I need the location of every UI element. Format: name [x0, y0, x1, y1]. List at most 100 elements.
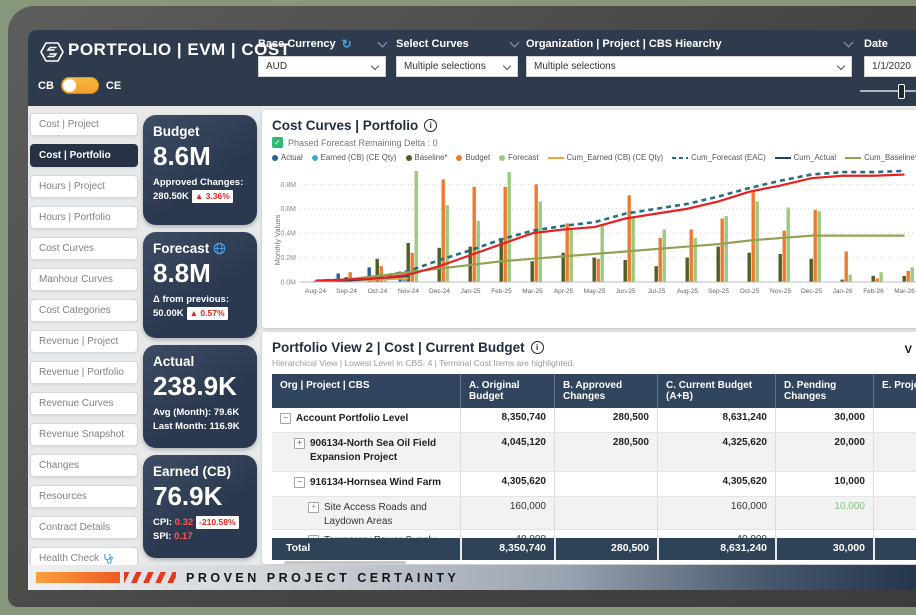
kpi-card-earned[interactable]: Earned (CB) 76.9K CPI: 0.32-210.58% SPI:… — [143, 455, 257, 558]
checkbox-checked-icon[interactable]: ✓ — [272, 137, 283, 148]
sidebar-item-changes[interactable]: Changes — [30, 454, 138, 477]
org-project-cbs-dropdown[interactable]: Multiple selections — [526, 56, 852, 77]
table-row[interactable]: +Site Access Roads and Laydown Areas160,… — [272, 497, 916, 530]
expand-collapse-icon[interactable]: − — [294, 477, 305, 488]
bar-Forecast[interactable] — [508, 172, 511, 282]
bar-Forecast[interactable] — [756, 201, 759, 282]
bar-Baseline*[interactable] — [779, 254, 782, 282]
chevron-down-icon[interactable] — [378, 38, 388, 48]
expand-collapse-icon[interactable]: + — [294, 438, 305, 449]
sidebar-item-revenue-snapshot[interactable]: Revenue Snapshot — [30, 423, 138, 446]
column-header[interactable]: A. Original Budget — [460, 374, 554, 408]
bar-Forecast[interactable] — [663, 229, 666, 282]
filter-label: Organization | Project | CBS Hiearchy — [526, 38, 722, 50]
sidebar-item-revenue-curves[interactable]: Revenue Curves — [30, 392, 138, 415]
date-input[interactable]: 1/1/2020 — [864, 56, 916, 77]
bar-Forecast[interactable] — [725, 216, 728, 282]
bar-Budget[interactable] — [566, 223, 569, 282]
bar-Baseline*[interactable] — [686, 258, 689, 282]
table-horizontal-scrollbar[interactable] — [284, 561, 406, 564]
chevron-down-icon[interactable] — [844, 38, 854, 48]
bar-Baseline*[interactable] — [624, 260, 627, 282]
bar-Forecast[interactable] — [787, 208, 790, 282]
sidebar-item-contract-details[interactable]: Contract Details — [30, 516, 138, 539]
bar-Forecast[interactable] — [446, 205, 449, 282]
bar-Budget[interactable] — [690, 229, 693, 282]
refresh-icon[interactable]: ↻ — [342, 39, 352, 49]
cb-ce-toggle[interactable] — [61, 77, 99, 94]
bar-Baseline*[interactable] — [872, 276, 875, 282]
legend-item[interactable]: Cum_Actual — [775, 153, 836, 162]
sidebar-item-manhour-curves[interactable]: Manhour Curves — [30, 268, 138, 291]
cost-curves-chart[interactable]: 0.0M0.2M0.4M0.6M0.8MMonthly ValuesAug-24… — [272, 162, 916, 307]
bar-Forecast[interactable] — [911, 267, 914, 282]
bar-Baseline*[interactable] — [717, 247, 720, 282]
bar-Budget[interactable] — [845, 251, 848, 282]
bar-Forecast[interactable] — [880, 272, 883, 282]
bar-Baseline*[interactable] — [655, 266, 658, 282]
expand-collapse-icon[interactable]: + — [308, 502, 319, 513]
bar-Baseline*[interactable] — [748, 253, 751, 282]
bar-Baseline*[interactable] — [903, 276, 906, 282]
sidebar-item-hours-project[interactable]: Hours | Project — [30, 175, 138, 198]
legend-item[interactable]: Cum_Forecast (EAC) — [672, 153, 766, 162]
table-row[interactable]: −Account Portfolio Level8,350,740280,500… — [272, 408, 916, 433]
column-header[interactable]: Org | Project | CBS — [272, 374, 460, 408]
bar-Budget[interactable] — [411, 253, 414, 282]
bar-Baseline*[interactable] — [810, 259, 813, 282]
legend-item[interactable]: Baseline* — [406, 153, 448, 162]
sidebar-item-cost-curves[interactable]: Cost Curves — [30, 237, 138, 260]
sidebar-item-resources[interactable]: Resources — [30, 485, 138, 508]
sidebar-item-cost-project[interactable]: Cost | Project — [30, 113, 138, 136]
bar-Budget[interactable] — [907, 271, 910, 282]
legend-item[interactable]: Earned (CB) (CE Qty) — [312, 153, 397, 162]
expand-collapse-icon[interactable]: − — [280, 413, 291, 424]
kpi-card-actual[interactable]: Actual 238.9K Avg (Month): 79.6K Last Mo… — [143, 345, 257, 448]
column-header[interactable]: E. Projec — [873, 374, 916, 408]
bar-Budget[interactable] — [442, 179, 445, 282]
date-slider-handle[interactable] — [898, 84, 905, 99]
table-row[interactable]: −916134-Hornsea Wind Farm4,305,6204,305,… — [272, 472, 916, 497]
legend-item[interactable]: Budget — [456, 153, 490, 162]
bar-Budget[interactable] — [659, 238, 662, 282]
info-icon[interactable]: i — [531, 341, 544, 354]
bar-Budget[interactable] — [597, 259, 600, 282]
legend-item[interactable]: Cum_Earned (CB) (CE Qty) — [548, 153, 664, 162]
chevron-down-icon[interactable] — [510, 38, 520, 48]
legend-item[interactable]: Cum_Baseline* — [845, 153, 916, 162]
kpi-card-budget[interactable]: Budget 8.6M Approved Changes: 280.50K▲ 3… — [143, 115, 257, 225]
bar-Forecast[interactable] — [539, 201, 542, 282]
bar-Forecast[interactable] — [632, 217, 635, 282]
bar-Budget[interactable] — [504, 187, 507, 282]
sidebar-item-cost-categories[interactable]: Cost Categories — [30, 299, 138, 322]
bar-Budget[interactable] — [473, 187, 476, 282]
sidebar-item-label: Manhour Curves — [39, 274, 113, 285]
bar-Forecast[interactable] — [415, 171, 418, 282]
legend-item[interactable]: Forecast — [499, 153, 538, 162]
sidebar-item-revenue-project[interactable]: Revenue | Project — [30, 330, 138, 353]
select-curves-dropdown[interactable]: Multiple selections — [396, 56, 518, 77]
bar-Forecast[interactable] — [818, 211, 821, 282]
info-icon[interactable]: i — [424, 119, 437, 132]
bar-Budget[interactable] — [721, 219, 724, 282]
table-row[interactable]: +906134-North Sea Oil Field Expansion Pr… — [272, 433, 916, 472]
base-currency-dropdown[interactable]: AUD — [258, 56, 386, 77]
sidebar-item-cost-portfolio[interactable]: Cost | Portfolio — [30, 144, 138, 167]
table-cell: 4,305,620 — [460, 472, 554, 496]
bar-Baseline*[interactable] — [593, 258, 596, 282]
bar-Forecast[interactable] — [849, 275, 852, 282]
bar-Budget[interactable] — [752, 190, 755, 282]
column-header[interactable]: C. Current Budget (A+B) — [657, 374, 775, 408]
sidebar-item-hours-portfolio[interactable]: Hours | Portfolio — [30, 206, 138, 229]
date-slider[interactable] — [860, 90, 916, 92]
column-header[interactable]: D. Pending Changes — [775, 374, 873, 408]
legend-item[interactable]: Actual — [272, 153, 303, 162]
bar-Forecast[interactable] — [694, 238, 697, 282]
sidebar-item-revenue-portfolio[interactable]: Revenue | Portfolio — [30, 361, 138, 384]
bar-Budget[interactable] — [876, 278, 879, 282]
column-header[interactable]: B. Approved Changes — [554, 374, 657, 408]
kpi-card-forecast[interactable]: Forecast 8.8M Δ from previous: 50.00K▲ 0… — [143, 232, 257, 338]
bar-Budget[interactable] — [628, 195, 631, 282]
bar-Baseline*[interactable] — [531, 261, 534, 282]
bar-Budget[interactable] — [814, 210, 817, 282]
